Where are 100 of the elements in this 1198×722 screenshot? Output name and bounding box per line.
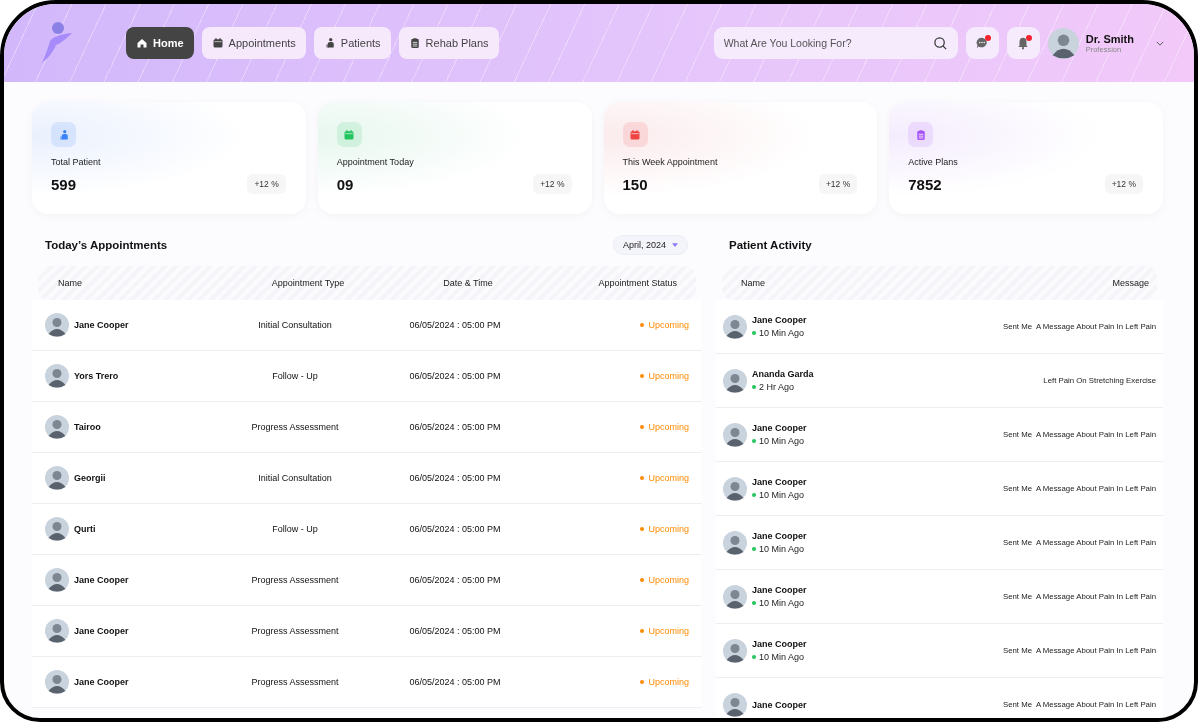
activity-time: 10 Min Ago bbox=[759, 436, 805, 446]
online-dot bbox=[752, 601, 756, 605]
status-label: Upcoming bbox=[648, 524, 689, 534]
activity-time: 10 Min Ago bbox=[759, 652, 805, 662]
online-dot bbox=[752, 331, 756, 335]
change-badge: +12 % bbox=[1104, 174, 1143, 194]
chevron-icon[interactable] bbox=[1156, 40, 1164, 46]
status-label: Upcoming bbox=[648, 371, 689, 381]
table-cell-text: Initial Consultation bbox=[257, 473, 333, 483]
table-cell-text: 06/05/2024 : 05:00 PM bbox=[408, 626, 502, 636]
table-cell-text: 06/05/2024 : 05:00 PM bbox=[408, 371, 502, 381]
table-cell-text: 06/05/2024 : 05:00 PM bbox=[408, 524, 502, 534]
change-badge: +12 % bbox=[247, 174, 286, 194]
online-dot bbox=[752, 493, 756, 497]
patient-name: Jane Cooper bbox=[752, 423, 807, 433]
avatar bbox=[1047, 27, 1079, 59]
avatar bbox=[45, 415, 69, 439]
table-cell-text: 06/05/2024 : 05:00 PM bbox=[408, 473, 502, 483]
profile-name: Dr. Smith bbox=[1085, 32, 1134, 45]
stat-value: 150 bbox=[622, 175, 648, 193]
avatar bbox=[723, 422, 747, 447]
section-title: Today’s Appointments bbox=[45, 239, 168, 251]
person-icon bbox=[323, 37, 336, 49]
activity-time: 10 Min Ago bbox=[759, 328, 805, 338]
messages-button[interactable] bbox=[965, 27, 999, 59]
avatar bbox=[45, 313, 69, 337]
stat-label: This Week Appointment bbox=[622, 157, 719, 167]
avatar bbox=[45, 364, 69, 388]
table-cell-text: Progress Assessment bbox=[250, 575, 340, 585]
avatar bbox=[45, 466, 69, 490]
nav-tab[interactable]: Rehab Plans bbox=[398, 27, 499, 59]
patient-name: Jane Cooper bbox=[752, 477, 807, 487]
status-label: Upcoming bbox=[648, 677, 689, 687]
stat-value: 09 bbox=[336, 175, 354, 193]
status-dot bbox=[640, 476, 645, 480]
column-header: Date & Time bbox=[442, 278, 494, 288]
online-dot bbox=[752, 547, 756, 551]
patient-name: Jane Cooper bbox=[752, 585, 807, 595]
stat-label: Appointment Today bbox=[336, 157, 415, 167]
avatar bbox=[45, 670, 69, 694]
table-cell-text: Follow - Up bbox=[271, 371, 319, 381]
patient-name: Jane Cooper bbox=[752, 315, 807, 325]
table-cell-text: Follow - Up bbox=[271, 524, 319, 534]
column-header: Appointment Type bbox=[270, 278, 346, 288]
table-cell-text: 06/05/2024 : 05:00 PM bbox=[408, 677, 502, 687]
column-header: Message bbox=[1112, 278, 1149, 288]
status-label: Upcoming bbox=[648, 473, 689, 483]
patient-name: Qurti bbox=[74, 524, 96, 534]
nav-tab[interactable]: Appointments bbox=[201, 27, 306, 59]
chat-icon bbox=[975, 36, 990, 50]
column-header: Name bbox=[58, 278, 83, 288]
avatar bbox=[45, 568, 69, 592]
avatar bbox=[723, 692, 747, 717]
patient-name: Jane Cooper bbox=[752, 639, 807, 649]
patient-name: Jane Cooper bbox=[74, 575, 129, 585]
nav-tab[interactable]: Home bbox=[126, 27, 194, 59]
status-dot bbox=[640, 680, 645, 684]
status-label: Upcoming bbox=[648, 575, 689, 585]
stat-label: Total Patient bbox=[51, 157, 102, 167]
avatar bbox=[723, 314, 747, 339]
status-label: Upcoming bbox=[648, 320, 689, 330]
section-title: Patient Activity bbox=[729, 239, 812, 251]
search-field[interactable]: What Are You Looking For? bbox=[713, 27, 958, 59]
patient-name: Tairoo bbox=[74, 422, 101, 432]
avatar bbox=[723, 476, 747, 501]
patient-name: Jane Cooper bbox=[752, 699, 807, 710]
column-header: Name bbox=[741, 278, 765, 288]
table-cell-text: Initial Consultation bbox=[257, 320, 333, 330]
status-dot bbox=[640, 323, 645, 327]
status-dot bbox=[640, 527, 645, 531]
avatar bbox=[723, 530, 747, 555]
table-cell-text: 06/05/2024 : 05:00 PM bbox=[408, 320, 502, 330]
status-dot bbox=[640, 374, 645, 378]
clipboard-icon bbox=[408, 37, 421, 49]
patient-name: Jane Cooper bbox=[74, 677, 129, 687]
stat-value: 599 bbox=[51, 175, 77, 193]
activity-time: 2 Hr Ago bbox=[759, 382, 795, 392]
patient-name: Ananda Garda bbox=[752, 369, 814, 379]
change-badge: +12 % bbox=[818, 174, 858, 194]
table-cell-text: Progress Assessment bbox=[250, 422, 340, 432]
activity-time: 10 Min Ago bbox=[759, 544, 805, 554]
search-icon bbox=[932, 35, 948, 51]
table-cell-text: 06/05/2024 : 05:00 PM bbox=[408, 422, 502, 432]
online-dot bbox=[752, 655, 756, 659]
status-dot bbox=[640, 425, 645, 429]
notifications-button[interactable] bbox=[1006, 27, 1040, 59]
change-badge: +12 % bbox=[533, 174, 572, 194]
stat-label: Active Plans bbox=[908, 157, 959, 167]
patient-name: Georgii bbox=[74, 473, 106, 483]
caret-icon bbox=[672, 243, 678, 247]
status-label: Upcoming bbox=[648, 626, 689, 636]
month-dropdown[interactable]: April, 2024 bbox=[612, 235, 688, 255]
nav-tab[interactable]: Patients bbox=[313, 27, 391, 59]
status-dot bbox=[640, 578, 645, 582]
patient-name: Jane Cooper bbox=[74, 320, 129, 330]
home-icon bbox=[136, 37, 148, 49]
avatar bbox=[723, 584, 747, 609]
table-cell-text: 06/05/2024 : 05:00 PM bbox=[408, 575, 502, 585]
avatar bbox=[45, 619, 69, 643]
online-dot bbox=[752, 385, 756, 389]
